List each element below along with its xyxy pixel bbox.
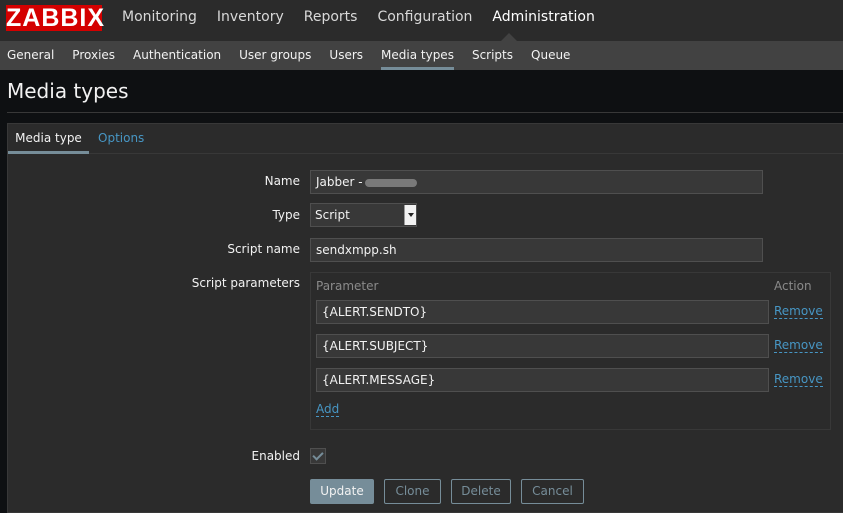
type-select[interactable]: Script xyxy=(310,203,417,227)
remove-parameter-link[interactable]: Remove xyxy=(774,372,823,387)
type-value: Script xyxy=(315,208,350,222)
enabled-label: Enabled xyxy=(251,449,301,463)
menu-inventory[interactable]: Inventory xyxy=(207,0,294,41)
action-column-header: Action xyxy=(774,279,812,293)
tab-bar: Media type Options xyxy=(8,124,843,154)
menu-monitoring[interactable]: Monitoring xyxy=(112,0,207,41)
submenu-proxies[interactable]: Proxies xyxy=(63,41,124,70)
remove-parameter-link[interactable]: Remove xyxy=(774,338,823,353)
tab-options[interactable]: Options xyxy=(98,124,144,154)
name-value: Jabber - xyxy=(316,175,363,189)
submenu-queue[interactable]: Queue xyxy=(522,41,579,70)
cancel-button[interactable]: Cancel xyxy=(521,479,584,504)
sub-navigation: General Proxies Authentication User grou… xyxy=(0,41,843,70)
title-divider xyxy=(7,112,843,113)
clone-button[interactable]: Clone xyxy=(384,479,441,504)
enabled-checkbox[interactable] xyxy=(310,448,326,464)
zabbix-logo[interactable]: ZABBIX xyxy=(6,5,104,31)
menu-configuration[interactable]: Configuration xyxy=(367,0,482,41)
update-button[interactable]: Update xyxy=(310,479,374,504)
page-title: Media types xyxy=(7,79,129,103)
submenu-users[interactable]: Users xyxy=(320,41,372,70)
submenu-scripts[interactable]: Scripts xyxy=(463,41,522,70)
redacted-blur xyxy=(364,178,417,187)
active-menu-caret-icon xyxy=(501,33,517,41)
parameter-column-header: Parameter xyxy=(316,279,379,293)
submenu-general[interactable]: General xyxy=(0,41,63,70)
delete-button[interactable]: Delete xyxy=(451,479,511,504)
parameter-input[interactable]: {ALERT.MESSAGE} xyxy=(316,368,769,392)
add-parameter-link[interactable]: Add xyxy=(316,402,340,417)
menu-reports[interactable]: Reports xyxy=(294,0,368,41)
type-label: Type xyxy=(272,208,300,222)
remove-parameter-link[interactable]: Remove xyxy=(774,304,823,319)
name-field[interactable]: Jabber - xyxy=(310,170,763,194)
parameter-input[interactable]: {ALERT.SENDTO} xyxy=(316,300,769,324)
name-label: Name xyxy=(264,174,300,188)
submenu-media-types[interactable]: Media types xyxy=(372,41,463,70)
script-name-field[interactable]: sendxmpp.sh xyxy=(310,238,763,262)
script-parameters-label: Script parameters xyxy=(191,276,300,290)
parameter-input[interactable]: {ALERT.SUBJECT} xyxy=(316,334,769,358)
top-navigation: ZABBIX Monitoring Inventory Reports Conf… xyxy=(0,0,843,41)
main-menu: Monitoring Inventory Reports Configurati… xyxy=(112,0,605,41)
submenu-authentication[interactable]: Authentication xyxy=(124,41,230,70)
dropdown-arrow-icon xyxy=(404,205,416,225)
script-name-label: Script name xyxy=(227,242,300,256)
tab-media-type[interactable]: Media type xyxy=(8,124,89,154)
submenu-user-groups[interactable]: User groups xyxy=(230,41,320,70)
